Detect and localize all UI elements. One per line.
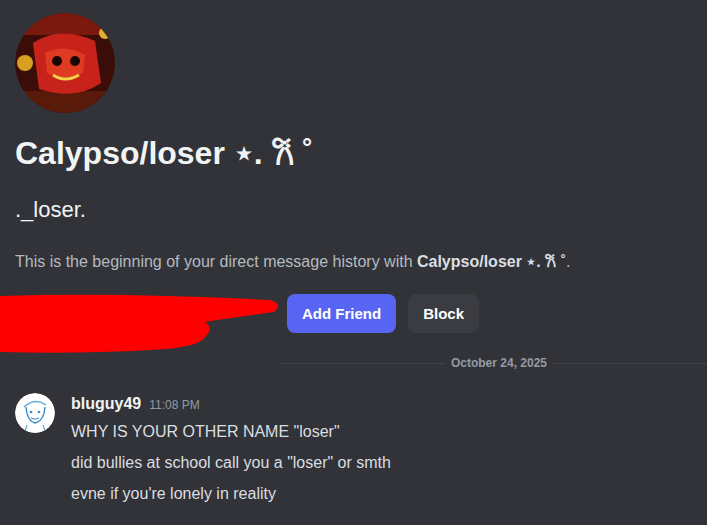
divider-date: October 24, 2025 (445, 355, 553, 371)
action-button[interactable]: Block (408, 294, 479, 333)
message-header: bluguy49 11:08 PM (71, 393, 391, 416)
dm-page: Calypso/loser ⋆. 𐙚 ˚ ._loser. This is the … (0, 0, 707, 525)
intro-text: This is the beginning of your direct mes… (15, 251, 707, 273)
username: ._loser. (15, 196, 707, 224)
intro-name: Calypso/loser ⋆. 𐙚 ˚ (417, 253, 566, 270)
message-time: 11:08 PM (149, 394, 199, 416)
message-text: WHY IS YOUR OTHER NAME "loser" (71, 421, 391, 443)
message-text: evne if you're lonely in reality (71, 483, 391, 505)
message-text: did bullies at school call you a "loser"… (71, 452, 391, 474)
display-name: Calypso/loser ⋆. 𐙚 ˚ (15, 133, 707, 173)
author-avatar[interactable] (15, 393, 55, 433)
doodle-avatar-icon (15, 393, 55, 433)
message-lines: WHY IS YOUR OTHER NAME "loser" did bullie… (71, 421, 391, 505)
profile-picture-icon (15, 13, 115, 113)
action-row: Add Friend Block (0, 292, 707, 354)
divider-line (553, 363, 707, 364)
action-button[interactable]: Add Friend (287, 294, 396, 333)
dm-intro: Calypso/loser ⋆. 𐙚 ˚ ._loser. This is the … (0, 13, 707, 354)
message-body: bluguy49 11:08 PM WHY IS YOUR OTHER NAME "… (71, 393, 391, 505)
date-divider: October 24, 2025 (0, 355, 707, 371)
author-name[interactable]: bluguy49 (71, 393, 141, 415)
redaction-scribble-icon (0, 292, 282, 356)
message-group: bluguy49 11:08 PM WHY IS YOUR OTHER NAME "… (0, 393, 707, 505)
profile-avatar[interactable] (15, 13, 115, 113)
divider-line (282, 363, 445, 364)
